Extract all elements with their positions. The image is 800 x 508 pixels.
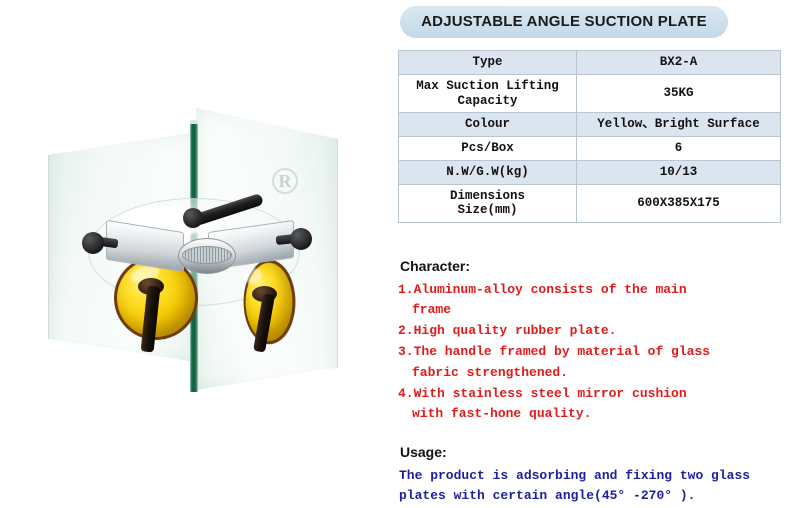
usage-description: The product is adsorbing and fixing two … [399, 468, 751, 503]
spec-label-type: Type [398, 50, 577, 75]
character-list: 1.Aluminum-alloy consists of the main fr… [398, 280, 794, 425]
spec-value-dimensions-size: 600X385X175 [576, 183, 781, 223]
spec-label-pcs-per-box: Pcs/Box [398, 136, 577, 161]
spec-value-type: BX2-A [576, 50, 781, 75]
list-item: 3.The handle framed by material of glass… [398, 344, 711, 380]
specification-panel: ADJUSTABLE ANGLE SUCTION PLATE Type BX2-… [390, 0, 800, 508]
table-row: Dimensions Size(mm) 600X385X175 [398, 183, 781, 223]
table-row: N.W/G.W(kg) 10/13 [398, 159, 781, 185]
spec-label-net-gross-weight: N.W/G.W(kg) [398, 159, 577, 185]
spec-label-max-suction-lifting-capacity: Max Suction Lifting Capacity [398, 73, 577, 114]
knurled-lock-ring [182, 246, 232, 264]
page-title: ADJUSTABLE ANGLE SUCTION PLATE [400, 6, 728, 38]
product-photo: R [0, 0, 390, 508]
pivot-lock-knob [183, 208, 203, 228]
spec-value-max-suction-lifting-capacity: 35KG [576, 73, 781, 114]
spec-label-dimensions-size: Dimensions Size(mm) [398, 183, 577, 223]
spec-label-colour: Colour [398, 112, 577, 137]
character-heading: Character: [400, 258, 471, 274]
registered-trademark-icon: R [272, 168, 298, 194]
table-row: Max Suction Lifting Capacity 35KG [398, 73, 781, 114]
product-photo-stage: R [40, 108, 350, 408]
spec-value-pcs-per-box: 6 [576, 136, 781, 161]
left-adjust-knob [82, 232, 104, 254]
right-adjust-knob [290, 228, 312, 250]
product-spec-sheet: R ADJUSTABLE ANGLE SUCTION PLATE Type BX… [0, 0, 800, 508]
table-row: Type BX2-A [398, 50, 781, 75]
spec-value-net-gross-weight: 10/13 [576, 159, 781, 185]
table-row: Colour Yellow、Bright Surface [398, 112, 781, 137]
spec-value-colour: Yellow、Bright Surface [576, 112, 781, 137]
table-row: Pcs/Box 6 [398, 136, 781, 161]
list-item: 1.Aluminum-alloy consists of the main fr… [398, 282, 687, 318]
list-item: 4.With stainless steel mirror cushion wi… [398, 385, 687, 421]
usage-heading: Usage: [400, 444, 447, 460]
specification-table: Type BX2-A Max Suction Lifting Capacity … [398, 50, 781, 223]
list-item: 2.High quality rubber plate. [398, 323, 617, 339]
